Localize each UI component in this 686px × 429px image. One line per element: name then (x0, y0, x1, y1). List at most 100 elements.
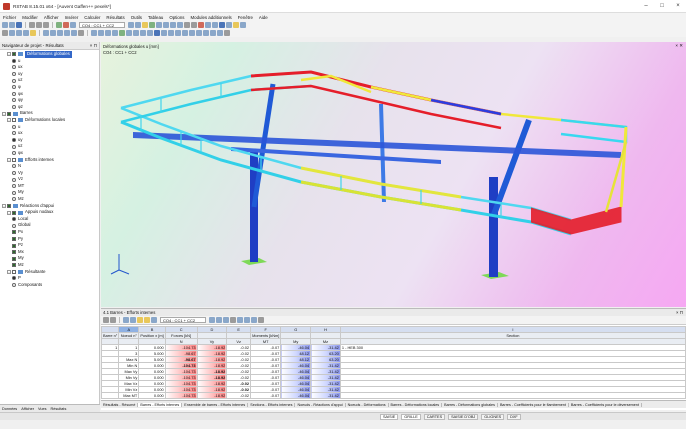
radio-button[interactable] (12, 91, 16, 96)
tree-node[interactable]: uy (2, 71, 99, 78)
status-toggle[interactable]: SAISIE (380, 413, 399, 420)
table-cell[interactable]: 0.000 (138, 392, 166, 399)
table-help-icon[interactable] (258, 317, 264, 323)
tree-node[interactable]: My (2, 255, 99, 262)
status-toggle[interactable]: SAISIE D'OBJ (448, 413, 479, 420)
radio-button[interactable] (12, 144, 16, 149)
tree-node[interactable]: φz (2, 104, 99, 111)
radio-button[interactable] (12, 217, 16, 222)
table-cell[interactable]: -18.92 (196, 392, 228, 399)
table-tab[interactable]: Barres - Déformations locales (389, 402, 443, 407)
table-tab[interactable]: Sections - Efforts internes (248, 402, 296, 407)
table-color-icon[interactable] (137, 317, 143, 323)
new-file-icon[interactable] (2, 22, 8, 28)
deformation-icon[interactable] (149, 22, 155, 28)
solid-icon[interactable] (212, 22, 218, 28)
table-edit-icon[interactable] (103, 317, 109, 323)
table-view-icon[interactable] (151, 317, 157, 323)
table-sel-icon[interactable] (223, 317, 229, 323)
checkbox[interactable] (12, 263, 16, 268)
table-export-icon[interactable] (123, 317, 129, 323)
table-cell[interactable] (100, 392, 120, 399)
table-cell[interactable]: -31.42 (310, 392, 341, 399)
radio-button[interactable] (12, 138, 16, 143)
collapse-icon[interactable]: - (7, 157, 11, 162)
table-tab[interactable]: Ensemble de barres - Efforts internes (182, 402, 249, 407)
tree-node[interactable]: MT (2, 183, 99, 190)
status-toggle[interactable]: CARTES (423, 413, 446, 420)
radio-button[interactable] (12, 78, 16, 83)
radio-button[interactable] (12, 65, 16, 70)
visibility-icon[interactable] (133, 30, 139, 36)
checkbox[interactable] (12, 243, 16, 248)
tree-node[interactable]: - Déformations locales (2, 117, 99, 124)
zoom-icon[interactable] (184, 22, 190, 28)
tree-node[interactable]: Vz (2, 176, 99, 183)
radio-button[interactable] (12, 58, 16, 63)
3d-viewport[interactable]: Déformations globales u [mm] CO4 : CC1 +… (101, 42, 686, 307)
cross-section-icon[interactable] (210, 30, 216, 36)
connect-icon[interactable] (71, 30, 77, 36)
view-z-icon[interactable] (177, 22, 183, 28)
status-toggle[interactable]: GLIGNES (481, 413, 505, 420)
tree-node[interactable]: uz (2, 77, 99, 84)
hinge-icon[interactable] (189, 30, 195, 36)
radio-button[interactable] (12, 124, 16, 129)
menu-item[interactable]: Fichier (3, 15, 16, 20)
checkbox[interactable] (12, 118, 16, 123)
tree-node[interactable]: Py (2, 236, 99, 243)
menu-item[interactable]: Insérer (65, 15, 79, 20)
collapse-icon[interactable]: - (7, 269, 11, 274)
copy-icon[interactable] (43, 30, 49, 36)
info-icon[interactable] (224, 30, 230, 36)
collapse-icon[interactable]: - (7, 210, 11, 215)
minimize-icon[interactable]: – (638, 3, 654, 9)
collapse-icon[interactable]: - (7, 118, 11, 123)
save-icon[interactable] (16, 22, 22, 28)
radio-button[interactable] (12, 223, 16, 228)
table-next-icon[interactable] (216, 317, 222, 323)
open-icon[interactable] (9, 22, 15, 28)
radio-button[interactable] (12, 197, 16, 202)
mirror-icon[interactable] (57, 30, 63, 36)
view-x-icon[interactable] (163, 22, 169, 28)
render-icon[interactable] (198, 22, 204, 28)
menu-item[interactable]: Fenêtre (238, 15, 253, 20)
material-icon[interactable] (217, 30, 223, 36)
undo-icon[interactable] (36, 22, 42, 28)
menu-item[interactable]: Outils (131, 15, 142, 20)
prev-icon[interactable] (128, 22, 134, 28)
tree-node[interactable]: Global (2, 222, 99, 229)
tree-node[interactable]: φ (2, 84, 99, 91)
tree-node[interactable]: Px (2, 229, 99, 236)
tree-node[interactable]: u (2, 124, 99, 131)
tree-node[interactable]: uz (2, 143, 99, 150)
view-y-icon[interactable] (170, 22, 176, 28)
section-icon[interactable] (219, 22, 225, 28)
collapse-icon[interactable]: - (2, 111, 6, 116)
menu-item[interactable]: Résultats (106, 15, 124, 20)
check-icon[interactable] (119, 30, 125, 36)
table-settings-icon[interactable] (230, 317, 236, 323)
radio-button[interactable] (12, 151, 16, 156)
radio-button[interactable] (12, 98, 16, 103)
table-tab[interactable]: Résultats - Résumé (101, 402, 139, 407)
maximize-icon[interactable]: □ (654, 3, 670, 9)
checkbox[interactable] (12, 256, 16, 261)
tree-node[interactable]: Pz (2, 242, 99, 249)
radio-button[interactable] (12, 131, 16, 136)
checkbox[interactable] (12, 230, 16, 235)
checkbox[interactable] (7, 111, 11, 116)
navigator-tab[interactable]: Vues (37, 407, 48, 411)
radio-button[interactable] (12, 184, 16, 189)
tree-node[interactable]: - Résultante (2, 269, 99, 276)
beam-icon[interactable] (161, 30, 167, 36)
radio-button[interactable] (12, 85, 16, 90)
table-filter-icon[interactable] (110, 317, 116, 323)
tree-node[interactable]: Mz (2, 196, 99, 203)
move-icon[interactable] (50, 30, 56, 36)
table-tab[interactable]: Barres - Coefficients pour le déversemen… (569, 402, 642, 407)
radio-button[interactable] (12, 105, 16, 110)
calculate-icon[interactable] (56, 22, 62, 28)
table-row[interactable]: Max MT 0.000 -104.73 -18.92 -0.02 -0.07 -46.04… (100, 392, 686, 399)
